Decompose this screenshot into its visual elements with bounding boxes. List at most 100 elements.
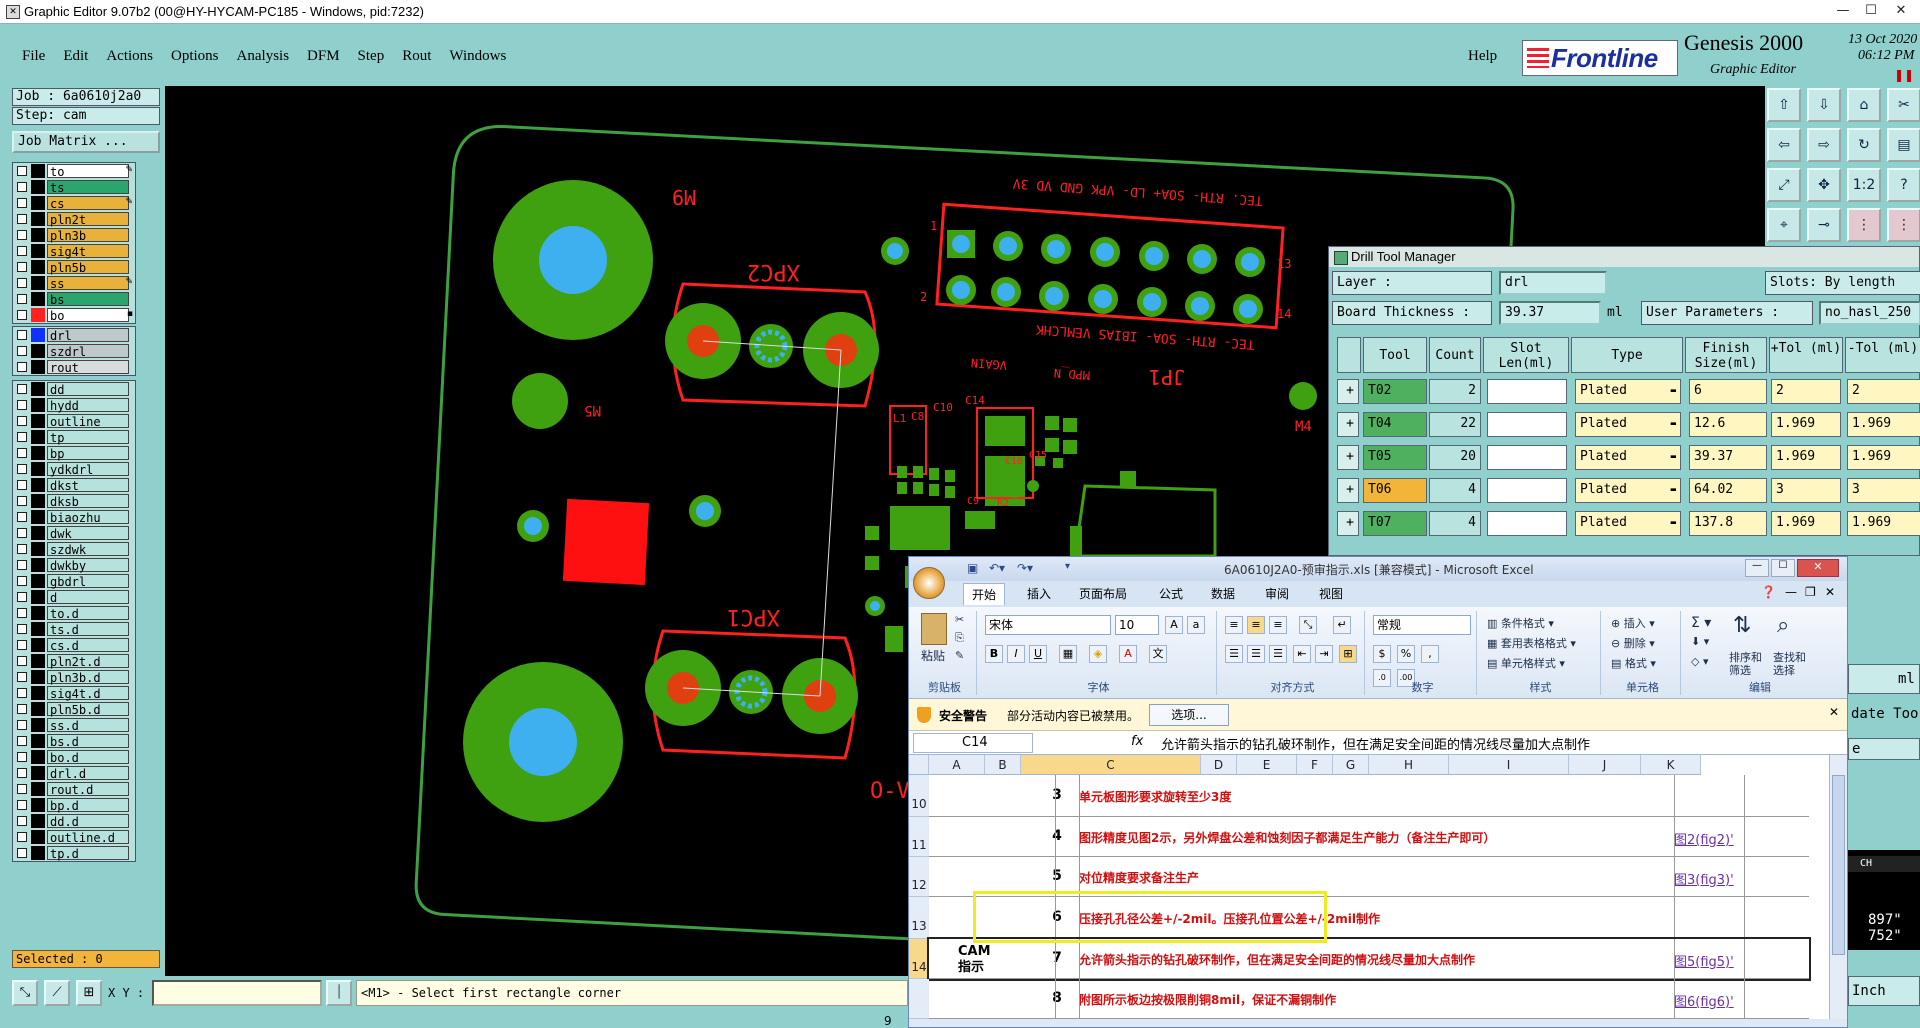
column-header[interactable]: K bbox=[1641, 755, 1701, 775]
phonetic-icon[interactable]: 文 bbox=[1149, 645, 1167, 663]
table-row[interactable]: 3 单元板图形要求旋转至少3度 bbox=[929, 775, 1809, 817]
layer-checkbox[interactable] bbox=[17, 262, 27, 272]
menu-options[interactable]: Options bbox=[171, 48, 219, 65]
tab-home[interactable]: 开始 bbox=[963, 583, 1006, 605]
units-select[interactable]: Inch bbox=[1848, 976, 1920, 1006]
layer-checkbox[interactable] bbox=[17, 432, 27, 442]
layer-name[interactable]: pln2t bbox=[47, 212, 129, 227]
layer-color-swatch[interactable] bbox=[31, 228, 45, 242]
layer-checkbox[interactable] bbox=[17, 294, 27, 304]
layer-color-swatch[interactable] bbox=[31, 702, 45, 716]
type-dropdown-icon[interactable]: ▬ bbox=[1671, 413, 1676, 435]
layer-color-swatch[interactable] bbox=[31, 750, 45, 764]
increase-indent-icon[interactable]: ⇥ bbox=[1315, 645, 1333, 663]
tool-left-icon[interactable]: ⇦ bbox=[1767, 128, 1801, 162]
layer-row[interactable]: dwk bbox=[13, 525, 135, 541]
row-header[interactable]: 14 bbox=[909, 939, 929, 979]
item-number[interactable]: 5 bbox=[1041, 868, 1073, 884]
layer-color-swatch[interactable] bbox=[31, 446, 45, 460]
item-number[interactable]: 7 bbox=[1041, 950, 1073, 966]
instruction-text[interactable]: 对位精度要求备注生产 bbox=[1079, 869, 1199, 886]
layer-color-swatch[interactable] bbox=[31, 292, 45, 306]
layer-row[interactable]: rout bbox=[13, 359, 135, 375]
column-header[interactable]: C bbox=[1021, 755, 1201, 775]
layer-color-swatch[interactable] bbox=[31, 622, 45, 636]
tool-cut-icon[interactable]: ✂ bbox=[1887, 88, 1920, 122]
layer-color-swatch[interactable] bbox=[31, 196, 45, 210]
layer-row[interactable]: to ✎ bbox=[13, 163, 135, 179]
layer-row[interactable]: drl bbox=[13, 327, 135, 343]
excel-close-icon[interactable]: ✕ bbox=[1797, 559, 1839, 577]
tool-layers-icon[interactable]: ▤ bbox=[1887, 128, 1920, 162]
percent-icon[interactable]: % bbox=[1397, 645, 1415, 663]
fill-color-icon[interactable]: ◈ bbox=[1089, 645, 1107, 663]
finish-size-input[interactable]: 137.8 bbox=[1689, 511, 1767, 536]
dtm-params-field[interactable]: no_hasl_250 bbox=[1819, 301, 1920, 325]
layer-row[interactable]: dd.d bbox=[13, 813, 135, 829]
layer-checkbox[interactable] bbox=[17, 800, 27, 810]
layer-checkbox[interactable] bbox=[17, 384, 27, 394]
dtm-layer-field[interactable]: drl bbox=[1499, 271, 1607, 295]
tool-grid-icon[interactable]: ⋮ bbox=[1887, 208, 1920, 242]
layer-color-swatch[interactable] bbox=[31, 734, 45, 748]
tool-name[interactable]: T07 bbox=[1363, 511, 1427, 536]
tool-redraw-icon[interactable]: ↻ bbox=[1847, 128, 1881, 162]
layer-color-swatch[interactable] bbox=[31, 638, 45, 652]
tool-pin-icon[interactable]: ⊸ bbox=[1807, 208, 1841, 242]
decrease-indent-icon[interactable]: ⇤ bbox=[1293, 645, 1311, 663]
layer-color-swatch[interactable] bbox=[31, 558, 45, 572]
type-select[interactable]: Plated ▬ bbox=[1575, 412, 1681, 437]
layer-color-swatch[interactable] bbox=[31, 606, 45, 620]
snap-tool-icon[interactable]: ⟋ bbox=[44, 980, 70, 1006]
figure-link[interactable]: 图5(fig5)' bbox=[1674, 951, 1734, 970]
layer-name[interactable]: sig4t.d bbox=[47, 686, 129, 701]
slot-len-input[interactable] bbox=[1487, 445, 1567, 470]
layer-row[interactable]: outline bbox=[13, 413, 135, 429]
figure-link[interactable]: 图6(fig6)' bbox=[1674, 991, 1734, 1010]
tool-name[interactable]: T04 bbox=[1363, 412, 1427, 437]
instruction-text[interactable]: 图形精度见图2示，另外焊盘公差和蚀刻因子都满足生产能力（备注生产即可） bbox=[1079, 829, 1495, 846]
warning-close-icon[interactable]: ✕ bbox=[1829, 705, 1839, 719]
layer-name[interactable]: ss bbox=[47, 276, 129, 291]
layer-name[interactable]: bp.d bbox=[47, 798, 129, 813]
grid-tool-icon[interactable]: ⊞ bbox=[76, 980, 102, 1006]
tool-name[interactable]: T06 bbox=[1363, 478, 1427, 503]
layer-row[interactable]: dkst bbox=[13, 477, 135, 493]
layer-color-swatch[interactable] bbox=[31, 590, 45, 604]
table-row[interactable]: 8 附图所示板边按极限削铜8mil，保证不漏铜制作 图6(fig6)' bbox=[929, 979, 1809, 1019]
ribbon-min-icon[interactable]: — bbox=[1785, 585, 1797, 599]
plus-tol-input[interactable]: 1.969 bbox=[1771, 412, 1841, 437]
layer-row[interactable]: bp.d bbox=[13, 797, 135, 813]
layer-name[interactable]: tp.d bbox=[47, 846, 129, 861]
type-dropdown-icon[interactable]: ▬ bbox=[1671, 380, 1676, 402]
slot-len-input[interactable] bbox=[1487, 412, 1567, 437]
cell-style-button[interactable]: ▤ 单元格样式 ▾ bbox=[1487, 655, 1565, 671]
layer-checkbox[interactable] bbox=[17, 214, 27, 224]
layer-name[interactable]: pln5b bbox=[47, 260, 129, 275]
layer-row[interactable]: pln5b.d bbox=[13, 701, 135, 717]
row-expand-icon[interactable]: + bbox=[1337, 445, 1359, 470]
align-right-icon[interactable]: ☰ bbox=[1269, 645, 1287, 663]
layer-name[interactable]: dwk bbox=[47, 526, 129, 541]
finish-size-input[interactable]: 12.6 bbox=[1689, 412, 1767, 437]
layer-name[interactable]: dd.d bbox=[47, 814, 129, 829]
layer-color-swatch[interactable] bbox=[31, 244, 45, 258]
layer-name[interactable]: outline.d bbox=[47, 830, 129, 845]
layer-color-swatch[interactable] bbox=[31, 510, 45, 524]
layer-row[interactable]: drl.d bbox=[13, 765, 135, 781]
grow-font-icon[interactable]: A bbox=[1165, 616, 1183, 634]
layer-name[interactable]: drl.d bbox=[47, 766, 129, 781]
layer-name[interactable]: bo.d bbox=[47, 750, 129, 765]
layer-color-swatch[interactable] bbox=[31, 328, 45, 342]
slot-len-input[interactable] bbox=[1487, 379, 1567, 404]
layer-row[interactable]: pln3b bbox=[13, 227, 135, 243]
type-select[interactable]: Plated ▬ bbox=[1575, 511, 1681, 536]
layer-checkbox[interactable] bbox=[17, 230, 27, 240]
finish-size-input[interactable]: 6 bbox=[1689, 379, 1767, 404]
orientation-icon[interactable]: ⤡ bbox=[1299, 616, 1317, 634]
drill-tool-row[interactable]: + T06 4 Plated ▬ 64.02 3 3 bbox=[1329, 474, 1920, 506]
layer-color-swatch[interactable] bbox=[31, 542, 45, 556]
layer-name[interactable]: bo bbox=[47, 308, 129, 323]
find-select-label[interactable]: 查找和选择 bbox=[1773, 651, 1807, 677]
layer-name[interactable]: pln3b bbox=[47, 228, 129, 243]
